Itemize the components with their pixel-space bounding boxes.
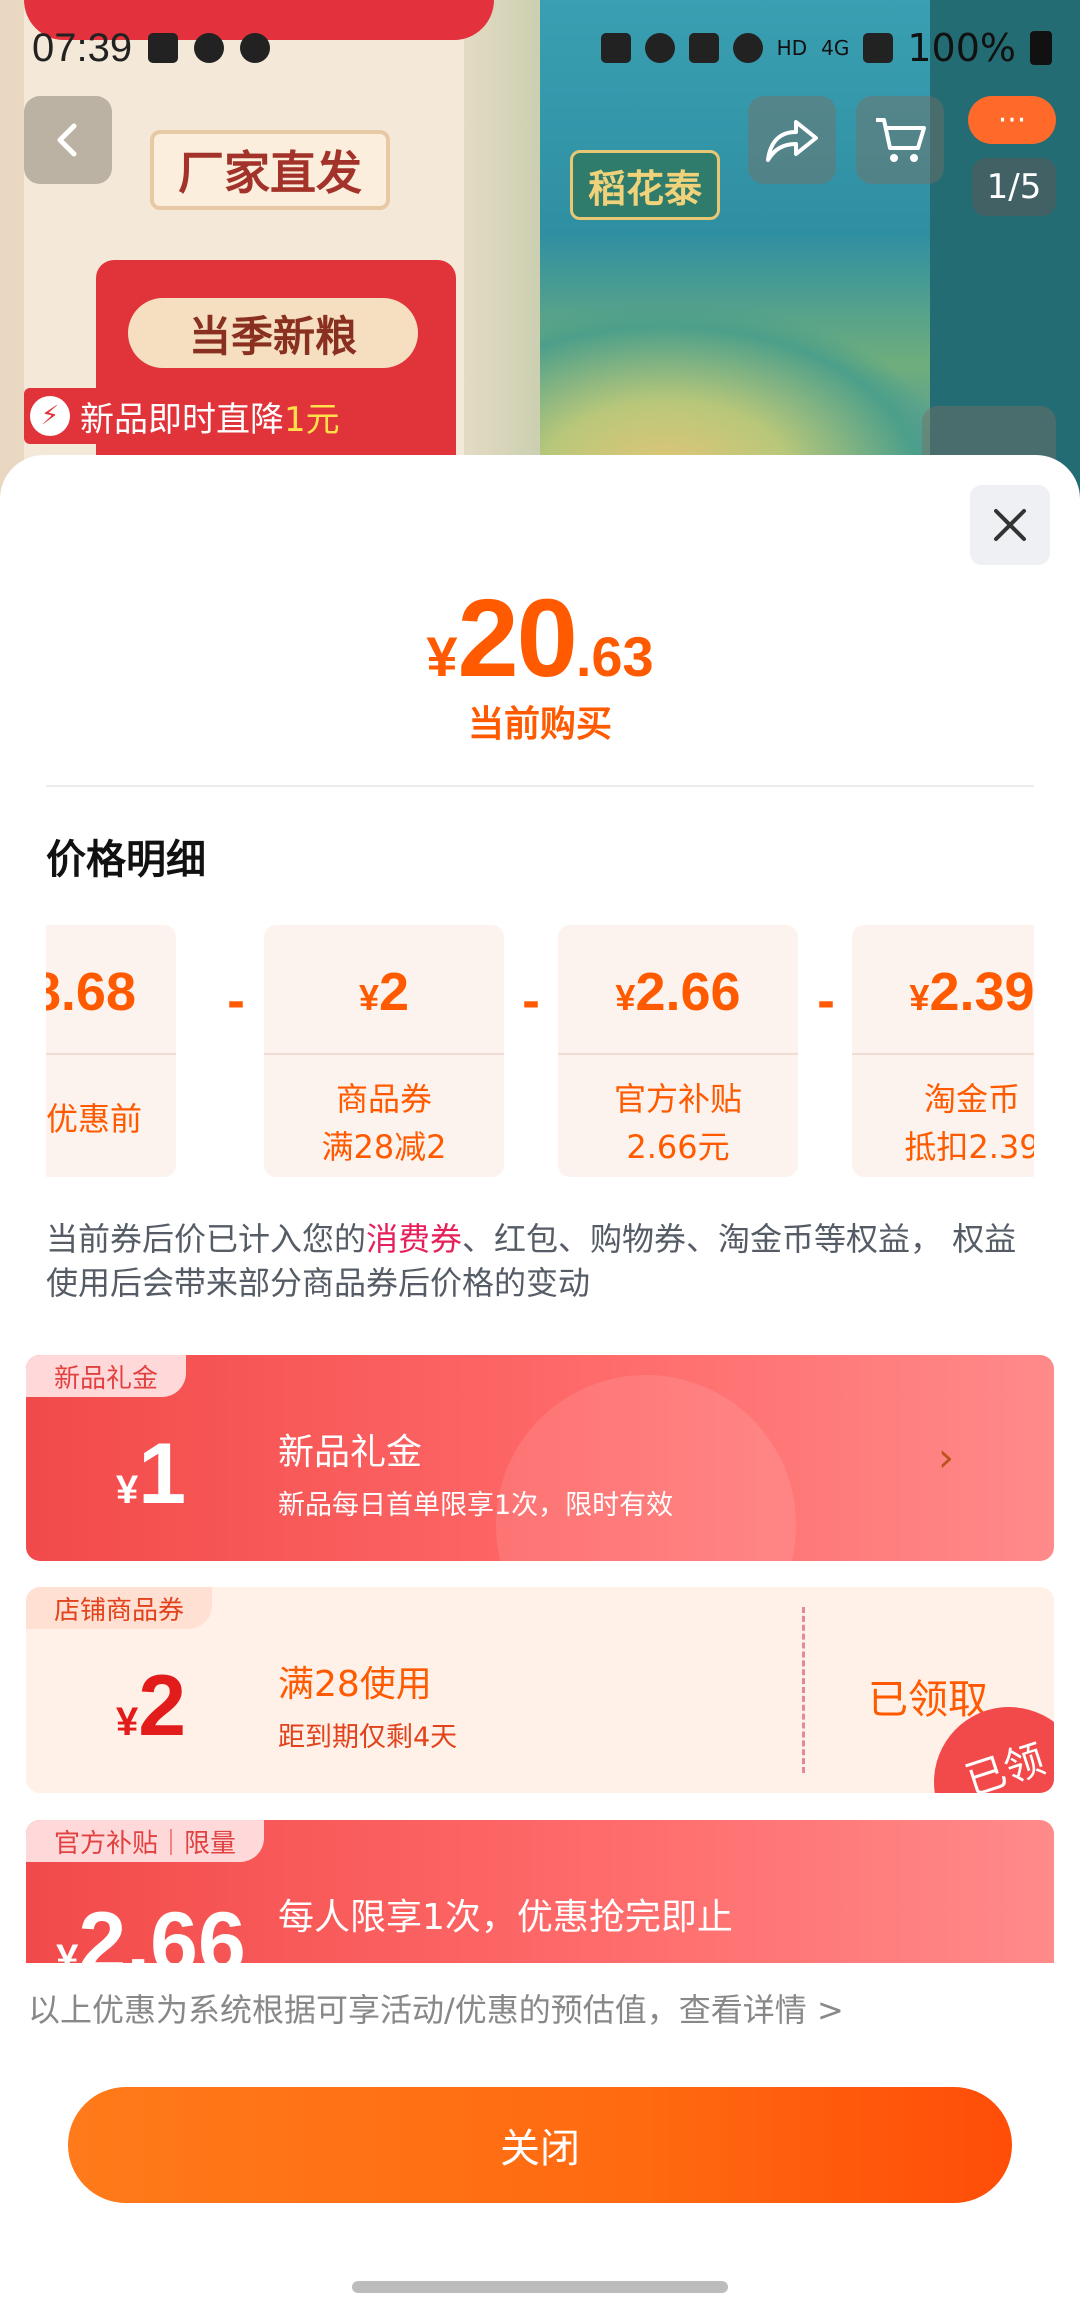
coupon-amount: ¥1 [115, 1426, 187, 1522]
card-divider [558, 1053, 798, 1055]
breakdown-label: 商品券 满28减2 [321, 1080, 447, 1166]
chevron-right-icon[interactable]: › [938, 1435, 954, 1481]
price-currency: ¥ [426, 625, 458, 688]
price-breakdown: 28.68 优惠前 - ¥2 商品券满28减2 - ¥2.66 官方补贴2.66… [46, 925, 1034, 1181]
share-icon [766, 120, 818, 162]
wifi-icon [732, 33, 763, 63]
breakdown-card-subsidy: ¥2.66 官方补贴 2.66元 [558, 925, 798, 1177]
breakdown-amount: ¥2.39 [909, 962, 1034, 1022]
close-button[interactable]: 关闭 [68, 2087, 1012, 2203]
coupon-watermark [496, 1375, 796, 1561]
disclaimer-link[interactable]: 以上优惠为系统根据可享活动/优惠的预估值，查看详情 > [28, 1985, 844, 2031]
coupon-desc: 新品每日首单限享1次，限时有效 [278, 1490, 674, 1521]
minus-sign: - [816, 977, 836, 1028]
section-title: 价格明细 [46, 837, 206, 883]
battery-saver-icon [600, 33, 631, 63]
breakdown-label: 淘金币 抵扣2.39 [904, 1080, 1034, 1166]
breakdown-card-coupon: ¥2 商品券 满28减2 [264, 925, 504, 1177]
coupon-desc: 距到期仅剩4天 [278, 1722, 458, 1753]
breakdown-amount: ¥2 [358, 962, 410, 1022]
coupon-tag: 新品礼金 [26, 1355, 187, 1397]
breakdown-amount: 28.68 [46, 962, 136, 1022]
coupon-new-product-gift[interactable]: 新品礼金 ¥1 新品礼金 新品每日首单限享1次，限时有效 › [26, 1355, 1054, 1561]
breakdown-label: 官方补贴 2.66元 [613, 1080, 742, 1166]
promo-text: 新品即时直降1元 [80, 399, 340, 440]
home-indicator[interactable] [352, 2281, 728, 2293]
price-note: 当前券后价已计入您的消费券、红包、购物券、淘金币等权益， 权益使用后会带来部分商… [46, 1220, 1017, 1302]
coupon-title: 满28使用 [278, 1664, 432, 1705]
signal-icon [863, 33, 894, 63]
card-divider [852, 1053, 1034, 1055]
more-button[interactable]: ··· [968, 96, 1056, 144]
card-divider [46, 1053, 176, 1055]
chevron-left-icon [57, 123, 77, 157]
price-decimal: .63 [575, 625, 654, 688]
network-type: 4G [821, 36, 850, 60]
breakdown-card-coins: ¥2.39 淘金币 抵扣2.39 [852, 925, 1034, 1177]
alarm-status-icon [644, 33, 675, 63]
status-time: 07:39 [32, 25, 133, 70]
share-button[interactable] [748, 96, 836, 184]
breakdown-label: 优惠前 [46, 1100, 143, 1138]
price-detail-sheet: ¥20.63 当前购买 价格明细 28.68 优惠前 - ¥2 商品券满28减2… [0, 455, 1080, 2316]
promo-tag: ⚡ 新品即时直降1元 [24, 388, 352, 444]
gallery-notification-icon [148, 33, 179, 63]
current-price: ¥20.63 [0, 575, 1080, 702]
hd-indicator: HD [776, 36, 808, 60]
coupon-official-subsidy: 官方补贴｜限量 ¥2.66 每人限享1次，优惠抢完即止 [26, 1820, 1054, 1980]
divider [46, 785, 1034, 787]
factory-direct-tag: 厂家直发 [150, 130, 390, 210]
price-caption: 当前购买 [467, 704, 612, 745]
minus-sign: - [521, 977, 541, 1028]
close-sheet-button[interactable] [970, 485, 1050, 565]
coupon-store: 店铺商品券 ¥2 满28使用 距到期仅剩4天 已领取 已领 [26, 1587, 1054, 1793]
battery-icon [1030, 31, 1052, 65]
image-pager: 1/5 [972, 158, 1056, 216]
mute-icon [688, 33, 719, 63]
close-icon [994, 509, 1026, 541]
cart-icon [876, 118, 926, 162]
card-divider [264, 1053, 504, 1055]
lightning-icon: ⚡ [30, 396, 70, 436]
consumer-coupon-link[interactable]: 消费券 [366, 1220, 462, 1258]
coupon-title: 每人限享1次，优惠抢完即止 [278, 1897, 733, 1938]
cart-button[interactable] [856, 96, 944, 184]
wechat-notification-icon [194, 33, 225, 63]
coupon-dashed-divider [802, 1607, 805, 1773]
breakdown-amount: ¥2.66 [615, 962, 741, 1022]
minus-sign: - [226, 977, 246, 1028]
coupon-tag: 官方补贴｜限量 [26, 1820, 265, 1862]
breakdown-card-original: 28.68 优惠前 [46, 925, 176, 1177]
price-integer: 20 [457, 577, 577, 700]
brand-logo: 稻花泰 [570, 150, 720, 220]
alarm-icon [240, 33, 271, 63]
status-bar: 07:39 HD 4G 100% [0, 0, 1080, 96]
back-button[interactable] [24, 96, 112, 184]
coupon-title: 新品礼金 [278, 1432, 423, 1473]
coupon-amount: ¥2 [115, 1658, 187, 1754]
new-grain-tag: 当季新粮 [128, 298, 418, 368]
battery-percent: 100% [907, 26, 1016, 70]
coupon-tag: 店铺商品券 [26, 1587, 213, 1629]
